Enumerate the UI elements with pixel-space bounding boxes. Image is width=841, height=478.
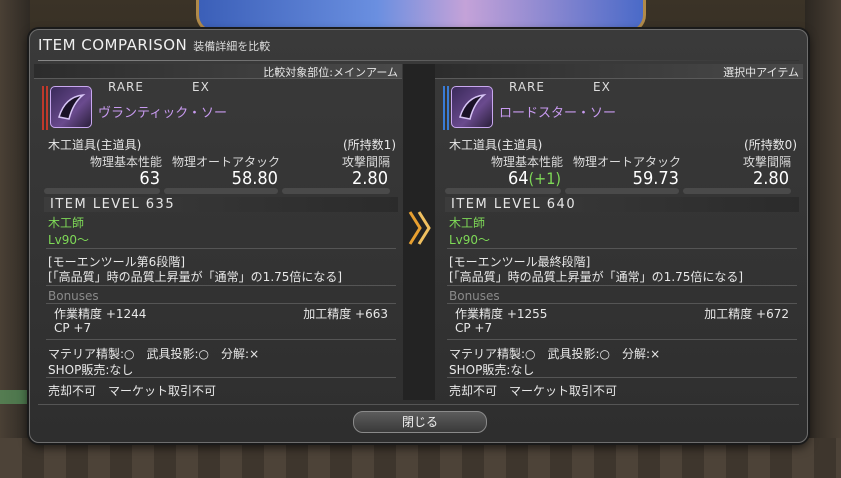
item-name: ロードスター・ソー: [499, 106, 617, 121]
shop-info: SHOP販売:なし: [48, 363, 134, 377]
bonus-control: 加工精度 +663: [303, 307, 388, 321]
item-icon[interactable]: [443, 86, 493, 130]
window-title: ITEM COMPARISON: [38, 36, 188, 54]
item-description-2: [「高品質」時の品質上昇量が「通常」の1.75倍になる]: [449, 270, 744, 284]
rare-tag: RARE: [108, 80, 144, 94]
owned-count: (所持数1): [343, 138, 396, 152]
item-level: ITEM LEVEL 635: [44, 197, 398, 212]
stat-value-auto-attack: 59.73: [632, 168, 679, 189]
selected-item-panel: 選択中アイテム RARE EX ロードスター・ソー 木工道具(主道具) (所持数…: [435, 64, 803, 400]
stat-diff: (+1): [528, 169, 561, 188]
stat-value-delay: 2.80: [351, 168, 388, 189]
ex-tag: EX: [192, 80, 210, 94]
bonus-cp: CP +7: [455, 321, 493, 335]
job-name: 木工師: [449, 216, 486, 230]
stat-value-physical-damage: 64(+1): [507, 168, 561, 189]
panel-header: 比較対象部位:メインアーム: [34, 64, 402, 79]
bonus-craftsmanship: 作業精度 +1244: [54, 307, 147, 321]
stat-value-delay: 2.80: [752, 168, 789, 189]
trade-info: 売却不可 マーケット取引不可: [449, 384, 618, 398]
required-level: Lv90～: [449, 233, 491, 247]
item-icon[interactable]: [42, 86, 92, 130]
panel-header: 選択中アイテム: [435, 64, 803, 79]
bonus-cp: CP +7: [54, 321, 92, 335]
materia-info: マテリア精製:○ 武具投影:○ 分解:×: [48, 347, 260, 361]
item-category: 木工道具(主道具): [48, 138, 142, 152]
ex-tag: EX: [593, 80, 611, 94]
double-chevron-right-icon: [408, 211, 431, 245]
window-subtitle: 装備詳細を比較: [193, 40, 271, 53]
item-name: ヴランティック・ソー: [98, 106, 227, 121]
saw-icon: [451, 86, 493, 128]
trade-info: 売却不可 マーケット取引不可: [48, 384, 217, 398]
bonuses-heading: Bonuses: [48, 289, 99, 303]
saw-icon: [50, 86, 92, 128]
stat-value-auto-attack: 58.80: [231, 168, 278, 189]
bonus-craftsmanship: 作業精度 +1255: [455, 307, 548, 321]
compare-target-panel: 比較対象部位:メインアーム RARE EX ヴランティック・ソー 木工道具(主道…: [34, 64, 402, 400]
close-button[interactable]: 閉じる: [353, 411, 487, 433]
bonuses-heading: Bonuses: [449, 289, 500, 303]
job-name: 木工師: [48, 216, 85, 230]
shop-info: SHOP販売:なし: [449, 363, 535, 377]
item-description-2: [「高品質」時の品質上昇量が「通常」の1.75倍になる]: [48, 270, 343, 284]
required-level: Lv90～: [48, 233, 90, 247]
item-level: ITEM LEVEL 640: [445, 197, 799, 212]
item-category: 木工道具(主道具): [449, 138, 543, 152]
bonus-control: 加工精度 +672: [704, 307, 789, 321]
rare-tag: RARE: [509, 80, 545, 94]
item-comparison-window: ITEM COMPARISON 装備詳細を比較 比較対象部位:メインアーム RA…: [29, 29, 808, 443]
materia-info: マテリア精製:○ 武具投影:○ 分解:×: [449, 347, 661, 361]
owned-count: (所持数0): [744, 138, 797, 152]
stat-value-physical-damage: 63: [139, 168, 160, 189]
title-bar[interactable]: ITEM COMPARISON 装備詳細を比較: [38, 36, 270, 60]
